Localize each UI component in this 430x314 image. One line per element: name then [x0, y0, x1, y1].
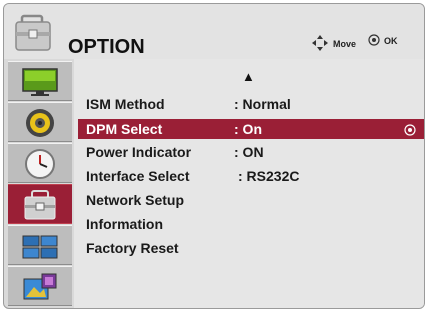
menu-header: OPTION Move OK [4, 4, 424, 59]
move-hint: Move [311, 34, 356, 54]
menu-item-value: : RS232C [238, 168, 300, 184]
tile-display-icon [22, 235, 58, 259]
page-title: OPTION [68, 36, 145, 58]
move-hint-label: Move [333, 39, 357, 49]
menu-item-network-setup[interactable]: Network Setup [86, 190, 422, 210]
menu-item-value: : Normal [234, 96, 291, 112]
menu-item-label: Power Indicator [86, 144, 192, 160]
category-sidebar [8, 61, 72, 307]
toolbox-icon [14, 14, 54, 52]
sidebar-item-pip[interactable] [8, 266, 72, 306]
sidebar-item-audio[interactable] [8, 102, 72, 142]
menu-item-interface-select[interactable]: Interface Select : RS232C [86, 166, 422, 186]
menu-item-value: : ON [234, 144, 264, 160]
menu-item-label: Factory Reset [86, 240, 179, 256]
osd-menu: OPTION Move OK ▲ ISM Method: Normal DPM… [3, 3, 425, 309]
menu-item-label: ISM Method [86, 96, 165, 112]
clock-icon [25, 149, 55, 179]
menu-item-factory-reset[interactable]: Factory Reset [86, 238, 422, 258]
monitor-icon [22, 68, 58, 96]
picture-icon [23, 273, 57, 300]
menu-item-label: Information [86, 216, 163, 232]
scroll-up-arrow-icon[interactable]: ▲ [242, 69, 255, 84]
ok-button-icon [368, 34, 380, 48]
sidebar-item-option[interactable] [8, 184, 72, 224]
sidebar-item-tile[interactable] [8, 225, 72, 265]
menu-item-dpm-select[interactable]: DPM Select : On [78, 119, 424, 139]
menu-item-power-indicator[interactable]: Power Indicator : ON [86, 142, 422, 162]
menu-item-information[interactable]: Information [86, 214, 422, 234]
sidebar-item-picture[interactable] [8, 61, 72, 101]
option-menu-list: ▲ ISM Method : Normal DPM Select : On Po… [74, 59, 424, 308]
navigate-arrows-icon [311, 34, 329, 54]
menu-item-ism-method[interactable]: ISM Method : Normal [86, 94, 422, 114]
menu-item-value: : On [234, 121, 262, 137]
ok-select-icon [404, 123, 416, 139]
ok-hint-label: OK [384, 36, 398, 46]
sidebar-item-time[interactable] [8, 143, 72, 183]
toolbox-icon [24, 190, 56, 220]
speaker-icon [26, 109, 54, 137]
ok-hint: OK [368, 34, 398, 48]
menu-item-label: Network Setup [86, 192, 185, 208]
menu-item-label: Interface Select [86, 168, 190, 184]
menu-item-label: DPM Select [86, 121, 163, 137]
